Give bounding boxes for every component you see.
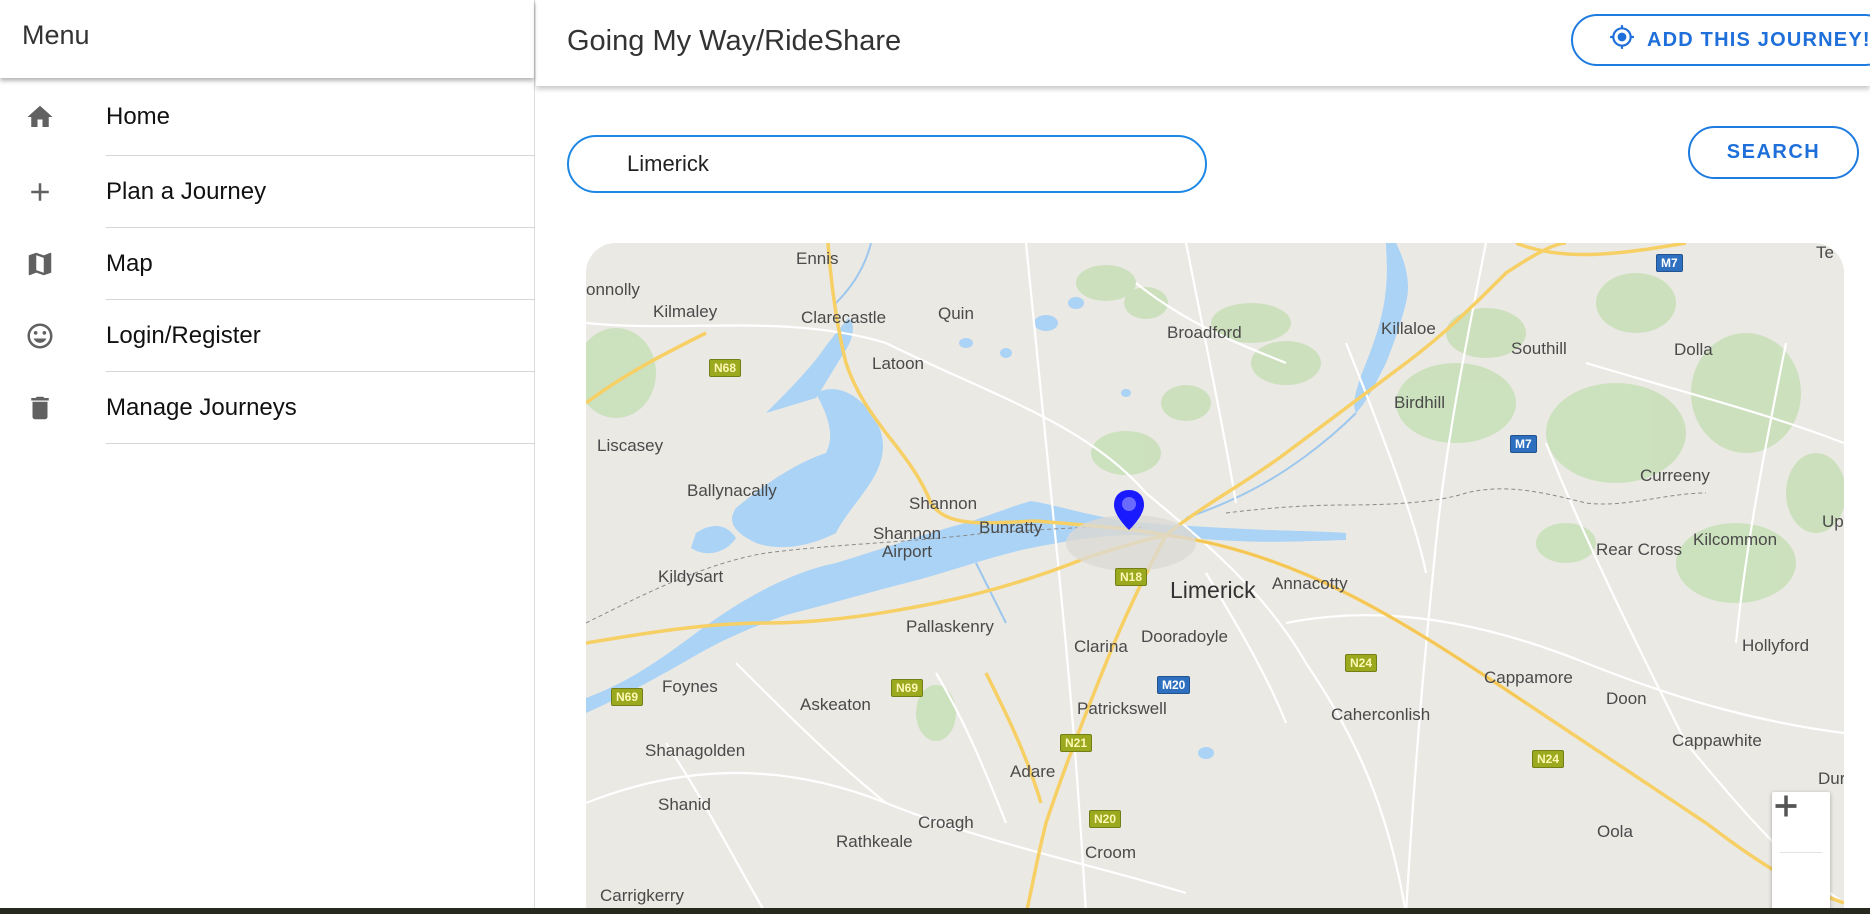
map-place-label: Rear Cross: [1596, 540, 1682, 559]
sidebar-item-label: Home: [106, 78, 534, 156]
map-marker-label: Limerick: [1170, 577, 1256, 603]
sidebar-item-manage-journeys[interactable]: Manage Journeys: [0, 372, 534, 444]
road-shield: N20: [1089, 810, 1122, 828]
search-input[interactable]: [567, 135, 1207, 193]
map-place-label: Foynes: [662, 677, 718, 696]
map-place-label: Askeaton: [800, 695, 871, 714]
add-journey-button[interactable]: ADD THIS JOURNEY!: [1571, 14, 1870, 66]
sidebar-item-map[interactable]: Map: [0, 228, 534, 300]
app-header: Going My Way/RideShare ADD THIS JOURNEY!: [536, 0, 1870, 86]
map-place-label: Kildysart: [658, 567, 724, 586]
sidebar-menu: Menu Home Plan a Journey Map Login/Regis…: [0, 0, 535, 914]
road-shield: M20: [1157, 676, 1191, 694]
sidebar-item-label: Manage Journeys: [106, 372, 534, 444]
search-button[interactable]: SEARCH: [1688, 126, 1859, 179]
map-place-label: Killaloe: [1381, 319, 1436, 338]
road-shield: N24: [1532, 750, 1565, 768]
map-place-label: Dooradoyle: [1141, 627, 1228, 646]
map-place-label: Carrigkerry: [600, 886, 685, 905]
sidebar-item-label: Plan a Journey: [106, 156, 534, 228]
map-place-label: Pallaskenry: [906, 617, 994, 636]
map-place-label: Latoon: [872, 354, 924, 373]
sidebar-item-label: Map: [106, 228, 534, 300]
map-zoom-controls: [1772, 792, 1830, 914]
map-place-label: Liscasey: [597, 436, 664, 455]
add-journey-label: ADD THIS JOURNEY!: [1647, 28, 1870, 51]
zoom-out-button[interactable]: [1772, 804, 1830, 913]
map-place-label: Patrickswell: [1077, 699, 1167, 718]
road-shield: N18: [1115, 568, 1148, 586]
taskbar-edge: [0, 908, 1870, 914]
map-place-label: Caherconlish: [1331, 705, 1431, 724]
plus-icon: [24, 176, 56, 208]
map-place-label: Ballynacally: [687, 481, 777, 500]
map-place-label: Birdhill: [1394, 393, 1446, 412]
map-place-label: Doon: [1606, 689, 1647, 708]
smiley-icon: [24, 320, 56, 352]
map-place-label: Adare: [1010, 762, 1056, 781]
road-shield: N21: [1060, 734, 1093, 752]
map-place-label: Oola: [1597, 822, 1633, 841]
map-place-label: Shannon Airport: [872, 524, 942, 561]
map-place-label: Shanid: [658, 795, 711, 814]
road-shield: M7: [1510, 435, 1537, 453]
map-place-label: Hollyford: [1742, 636, 1810, 655]
map-place-label: Rathkeale: [836, 832, 913, 851]
road-shield: N69: [611, 688, 644, 706]
road-shield: M7: [1656, 254, 1683, 272]
sidebar-title: Menu: [0, 0, 534, 78]
map-place-label: Kilcommon: [1693, 530, 1778, 549]
trash-icon: [24, 392, 56, 424]
map-place-label: Clarecastle: [801, 308, 887, 327]
map-place-label: Dolla: [1674, 340, 1713, 359]
map-icon: [24, 248, 56, 280]
map-place-label: Kilmaley: [653, 302, 718, 321]
location-target-icon: [1609, 24, 1635, 56]
map-place-label: Up: [1822, 512, 1844, 531]
road-shield: N69: [891, 679, 924, 697]
road-shield: N24: [1345, 654, 1378, 672]
map-place-label: Annacotty: [1272, 574, 1348, 593]
map-place-label: Clarina: [1074, 637, 1128, 656]
map-place-label: Curreeny: [1640, 466, 1710, 485]
nav-list: Home Plan a Journey Map Login/Register M…: [0, 78, 534, 444]
map-place-label: Dur: [1818, 769, 1844, 788]
page-title: Going My Way/RideShare: [567, 25, 902, 57]
map-place-label: Broadford: [1167, 323, 1242, 342]
map-place-label: Shannon: [909, 494, 978, 513]
sidebar-item-login[interactable]: Login/Register: [0, 300, 534, 372]
map-place-label: Quin: [938, 304, 974, 323]
sidebar-item-home[interactable]: Home: [0, 78, 534, 156]
road-shield: N68: [709, 359, 742, 377]
map-place-label: Ennis: [796, 249, 839, 268]
map-place-label: Cappamore: [1484, 668, 1573, 687]
map-place-label: onnolly: [586, 280, 640, 299]
map-place-label: Te: [1816, 243, 1834, 262]
sidebar-item-label: Login/Register: [106, 300, 534, 372]
sidebar-item-plan-journey[interactable]: Plan a Journey: [0, 156, 534, 228]
home-icon: [24, 101, 56, 133]
map-place-label: Cappawhite: [1672, 731, 1762, 750]
map-place-label: Bunratty: [979, 518, 1043, 537]
map-place-label: Shanagolden: [645, 741, 746, 760]
map-place-label: Croagh: [918, 813, 974, 832]
minus-icon: [1775, 804, 1797, 808]
map-view[interactable]: Ennis onnolly Kilmaley Clarecastle Quin …: [586, 243, 1844, 914]
map-place-label: Southill: [1511, 339, 1567, 358]
map-place-label: Croom: [1085, 843, 1137, 862]
